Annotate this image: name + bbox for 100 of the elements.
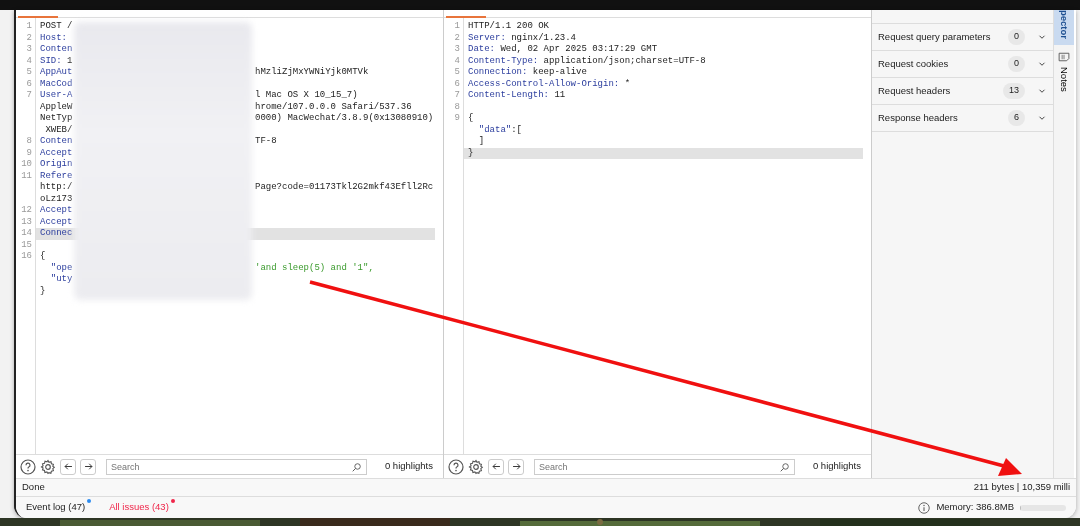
highlight-count: 0 highlights (811, 459, 862, 474)
code-text: 11 (553, 90, 566, 100)
code-text: nginx/1.23.4 (510, 32, 577, 43)
line-number: 7 (454, 90, 460, 100)
json-value: 'and sleep(5) and '1", (255, 262, 374, 274)
code-text: ] (477, 136, 485, 146)
code-text: Page?code=01173Tkl2G2mkf43Efll2Rc (255, 182, 434, 194)
right-arrow-icon (510, 461, 522, 472)
header-name: Connection: (468, 67, 528, 77)
line-number: 2 (26, 32, 32, 43)
search-field[interactable]: Search (106, 458, 367, 475)
header-name: Server: (468, 32, 506, 43)
tab-indicator (18, 16, 58, 18)
line-number: 8 (454, 101, 460, 112)
line-number: 7 (26, 90, 32, 100)
left-arrow-icon (62, 461, 74, 472)
code-text: HTTP/1.1 200 OK (468, 21, 549, 31)
header-name: Date: (468, 44, 495, 54)
header-name: Origin (40, 159, 73, 169)
code-text: 1 (66, 55, 73, 66)
footer-tab[interactable]: Event log (47) (26, 500, 92, 515)
code-text: 0000) MacWechat/3.8.9(0x13080910) (255, 113, 434, 125)
forward-button[interactable] (508, 458, 524, 475)
header-name: Content-Length: (468, 90, 549, 100)
line-number: 13 (21, 216, 32, 227)
code-text: { (468, 113, 474, 123)
line-number: 5 (26, 67, 32, 77)
settings-icon (468, 458, 484, 475)
code-text: :[ (511, 124, 523, 135)
header-name: Conten (40, 136, 73, 146)
inspector-section[interactable]: Request headers 13 (872, 78, 1053, 105)
json-key: "uty (40, 274, 73, 284)
left-arrow-icon (490, 461, 502, 472)
header-value: l Mac OS X 10_15_7) (255, 90, 358, 102)
header-name: MacCod (40, 78, 73, 89)
inspector-section[interactable]: Request cookies 0 (872, 51, 1053, 78)
header-name: "data" (477, 124, 512, 135)
search-field[interactable]: Search (534, 458, 795, 475)
header-name: User-A (40, 90, 73, 100)
line-number: 4 (26, 55, 32, 66)
line-number: 3 (454, 44, 460, 54)
code-text: application/json;charset=UTF-8 (542, 55, 706, 66)
back-button[interactable] (488, 458, 504, 475)
code-text: AppleW (40, 101, 73, 112)
line-number: 9 (454, 113, 460, 123)
line-number: 9 (26, 147, 32, 158)
forward-button[interactable] (80, 458, 96, 475)
header-name: Conten (40, 44, 73, 54)
header-name: SID: (40, 55, 62, 66)
code-text: oLz173 (40, 193, 73, 204)
header-name: Accept (40, 216, 73, 227)
side-tab[interactable]: Notes (1054, 45, 1074, 98)
line-number: 1 (454, 21, 460, 31)
code-text: } (40, 285, 46, 296)
response-stats: 211 bytes | 10,359 milli (973, 480, 1070, 495)
code-text: { (40, 251, 46, 261)
header-name: Access-Control-Allow-Origin: (468, 78, 620, 89)
header-name: Connec (40, 228, 73, 238)
code-text: POST / (40, 21, 73, 31)
json-key: "ope (40, 262, 73, 273)
memory-label: Memory: 386.8MB (936, 500, 1014, 515)
side-tab[interactable]: pector (1054, 10, 1074, 46)
inspector-section[interactable]: Request query parameters 0 (872, 24, 1053, 51)
code-text: http:/ (40, 182, 73, 192)
highlight-count: 0 highlights (383, 459, 434, 474)
code-text: NetTyp (40, 113, 73, 123)
help-icon (20, 458, 36, 475)
header-name: AppAut (40, 67, 73, 77)
code-text: * (623, 78, 631, 89)
code-text: } (468, 147, 474, 158)
search-icon (779, 461, 790, 473)
line-number: 14 (21, 228, 32, 238)
header-name: Content-Type: (468, 55, 539, 66)
back-button[interactable] (60, 458, 76, 475)
line-number: 8 (26, 136, 32, 146)
code-text: Wed, 02 Apr 2025 03:17:29 GMT (499, 44, 658, 54)
line-number: 1 (26, 21, 32, 31)
line-number: 11 (21, 170, 32, 181)
code-text: keep-alive (531, 67, 587, 77)
right-arrow-icon (82, 461, 94, 472)
footer-tab[interactable]: All issues (43) (109, 500, 175, 515)
document-icon (1058, 51, 1070, 64)
line-number: 16 (21, 251, 32, 261)
line-number: 10 (21, 159, 32, 169)
search-icon (351, 461, 362, 473)
settings-icon (40, 458, 56, 475)
header-value: TF-8 (255, 136, 277, 148)
info-icon (918, 501, 931, 514)
line-number: 6 (26, 78, 32, 89)
header-name: Host: (40, 32, 67, 43)
tab-indicator (446, 16, 486, 18)
line-number: 15 (21, 239, 32, 250)
code-text: hrome/107.0.0.0 Safari/537.36 (255, 101, 412, 113)
code-text: XWEB/ (44, 124, 73, 135)
header-name: Refere (40, 170, 73, 181)
line-number: 2 (454, 32, 460, 43)
header-name: Accept (40, 147, 73, 158)
inspector-section[interactable]: Response headers 6 (872, 105, 1053, 132)
line-number: 3 (26, 44, 32, 54)
line-number: 6 (454, 78, 460, 89)
